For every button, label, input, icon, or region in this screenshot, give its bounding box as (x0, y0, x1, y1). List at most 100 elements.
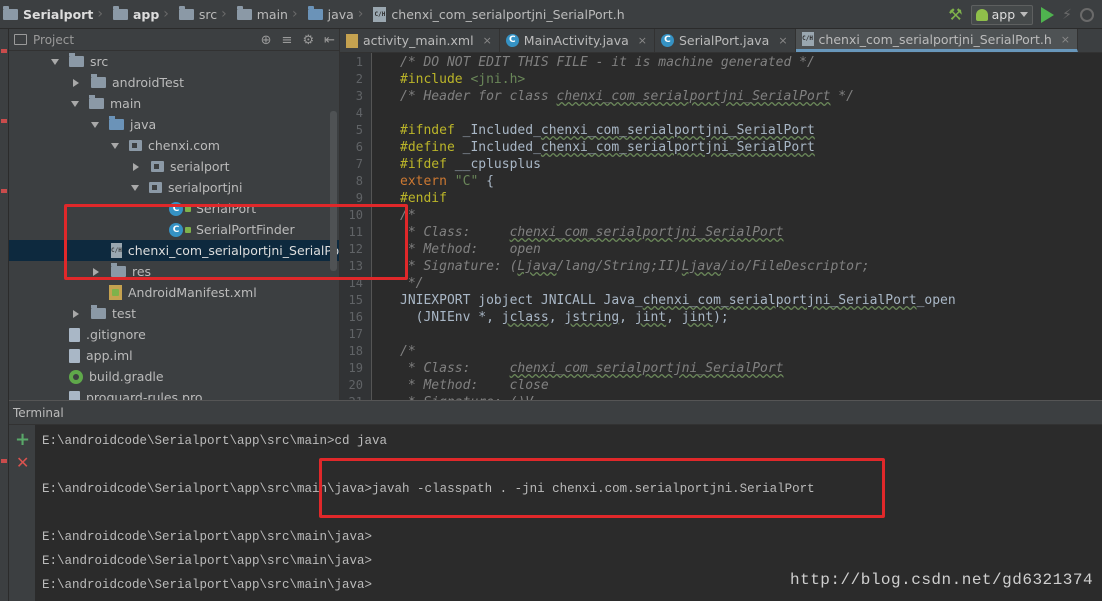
tree-item-label: .gitignore (86, 327, 146, 342)
expand-arrow-icon[interactable] (71, 100, 79, 107)
tree-item-label: chenxi.com (148, 138, 220, 153)
breadcrumb-item[interactable]: app › (112, 0, 179, 28)
code-token: , (619, 310, 635, 325)
project-panel-title[interactable]: Project (33, 33, 74, 47)
editor-tab[interactable]: C SerialPort.java × (655, 29, 796, 52)
tree-item[interactable]: app.iml (9, 345, 339, 366)
tree-item[interactable]: test (9, 303, 339, 324)
close-icon[interactable]: × (1061, 33, 1070, 46)
line-number: 7 (355, 157, 363, 171)
code-line: #ifdef __cplusplus (400, 156, 541, 173)
gear-icon[interactable]: ⚙ (302, 33, 314, 48)
tree-item[interactable]: src (9, 51, 339, 72)
tool-window-marker[interactable] (1, 459, 7, 463)
code-token: /* DO NOT EDIT THIS FILE - it is machine… (400, 55, 815, 70)
tree-item-label: serialportjni (168, 180, 243, 195)
tree-item[interactable]: chenxi.com (9, 135, 339, 156)
debug-icon[interactable] (1080, 7, 1094, 22)
editor-tab[interactable]: C MainActivity.java × (500, 29, 655, 52)
code-line: * Signature: (Ljava/lang/String;II)Ljava… (400, 258, 870, 275)
expand-arrow-icon[interactable] (51, 58, 59, 65)
breadcrumb: Serialport › app › src › main › java › C/H chenxi_c… (0, 0, 629, 28)
code-token: extern (400, 174, 455, 189)
code-token: #ifndef (400, 123, 463, 138)
tree-item[interactable]: androidTest (9, 72, 339, 93)
tree-item[interactable]: java (9, 114, 339, 135)
hammer-icon[interactable]: ⚒ (948, 5, 962, 24)
tree-item-label: build.gradle (89, 369, 164, 384)
expand-arrow-icon[interactable] (131, 184, 139, 191)
close-icon[interactable]: × (638, 34, 647, 47)
breadcrumb-item[interactable]: main › (236, 0, 308, 28)
package-icon (151, 161, 164, 172)
tree-item[interactable]: main (9, 93, 339, 114)
run-config-select[interactable]: app (970, 4, 1034, 25)
file-icon (69, 348, 80, 363)
collapse-arrow-icon[interactable] (73, 309, 79, 318)
code-token: _Included_ (462, 140, 541, 155)
code-token: <jni.h> (470, 72, 526, 87)
tree-item[interactable]: serialport (9, 156, 339, 177)
breadcrumb-label: java (327, 6, 354, 22)
collapse-arrow-icon[interactable] (73, 78, 79, 87)
apply-changes-icon[interactable]: ⚡ (1062, 7, 1072, 23)
hide-icon[interactable]: ⇤ (324, 33, 335, 48)
tree-item-label: app.iml (86, 348, 133, 363)
close-icon[interactable]: × (483, 34, 492, 47)
breadcrumb-label: main (256, 6, 288, 22)
tree-item-label: proguard-rules.pro (86, 390, 203, 400)
tool-window-marker[interactable] (1, 189, 7, 193)
terminal-toolbar: + ✕ (9, 425, 35, 601)
breadcrumb-item[interactable]: java › (307, 0, 374, 28)
expand-arrow-icon[interactable] (91, 121, 99, 128)
folder-icon (3, 5, 18, 20)
folder-icon (307, 5, 323, 20)
code-editor: activity_main.xml × C MainActivity.java × C Se… (339, 29, 1102, 400)
tree-item[interactable]: proguard-rules.pro (9, 387, 339, 400)
folder-icon (112, 5, 128, 20)
code-token: Ljava (681, 259, 721, 274)
tree-item[interactable]: AndroidManifest.xml (9, 282, 339, 303)
code-token: * Signature: ( (400, 259, 518, 274)
collapse-arrow-icon[interactable] (133, 162, 139, 171)
folder-icon (69, 53, 84, 67)
tree-item[interactable]: .gitignore (9, 324, 339, 345)
breadcrumb-item[interactable]: src › (178, 0, 237, 28)
code-token: _open (916, 293, 956, 308)
tree-item-label: java (130, 117, 157, 132)
line-number: 19 (348, 361, 363, 375)
code-token: ); (713, 310, 729, 325)
code-token: Ljava (517, 259, 557, 274)
editor-tab[interactable]: activity_main.xml × (340, 29, 500, 52)
breadcrumb-item[interactable]: C/H chenxi_com_serialportjni_SerialPort.h (373, 0, 628, 28)
code-token: /io/FileDescriptor; (720, 259, 870, 274)
collapse-icon[interactable]: ≡ (282, 33, 293, 48)
terminal-title: Terminal (13, 405, 64, 420)
locate-icon[interactable]: ⊕ (261, 33, 272, 48)
close-icon[interactable]: ✕ (16, 455, 29, 471)
editor-tab-label: MainActivity.java (523, 33, 629, 48)
close-icon[interactable]: × (778, 34, 787, 47)
class-icon: C (660, 34, 674, 47)
code-token: jclass (501, 310, 549, 325)
editor-tab[interactable]: C/H chenxi_com_serialportjni_SerialPort.h… (795, 29, 1078, 52)
folder-icon (178, 5, 194, 20)
expand-arrow-icon[interactable] (111, 142, 119, 149)
code-token: , (548, 310, 565, 325)
manifest-icon (109, 285, 122, 300)
tree-item-label: AndroidManifest.xml (128, 285, 257, 300)
code-token: (JNIEnv *, (400, 310, 502, 325)
tree-item-label: serialport (170, 159, 230, 174)
tree-item[interactable]: build.gradle (9, 366, 339, 387)
chevron-right-icon: › (97, 6, 103, 22)
line-number: 5 (355, 123, 363, 137)
tool-window-marker[interactable] (1, 49, 7, 53)
tool-window-marker[interactable] (1, 119, 7, 123)
h-file-icon: C/H (373, 6, 387, 22)
breadcrumb-label: app (132, 6, 160, 22)
tree-item[interactable]: serialportjni (9, 177, 339, 198)
breadcrumb-item[interactable]: Serialport › (3, 0, 113, 28)
code-area[interactable]: /* DO NOT EDIT THIS FILE - it is machine… (400, 53, 1100, 400)
run-icon[interactable] (1041, 6, 1055, 23)
plus-icon[interactable]: + (15, 431, 30, 449)
